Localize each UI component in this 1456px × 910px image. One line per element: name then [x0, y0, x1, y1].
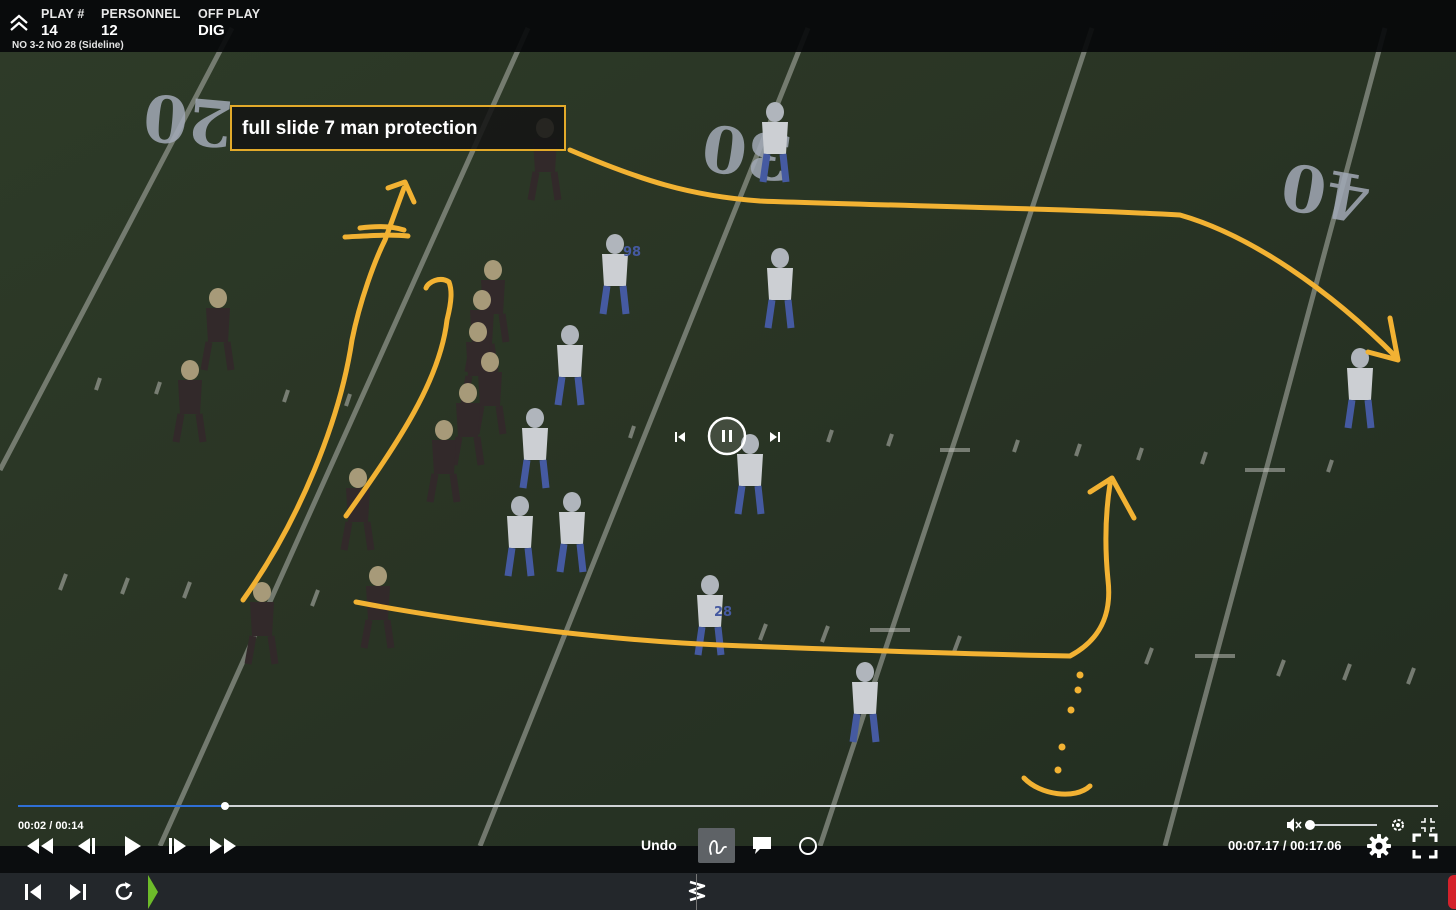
- off-play-value: DIG: [198, 22, 225, 39]
- play-number-value: 14: [41, 22, 58, 39]
- volume-slider[interactable]: [1305, 820, 1377, 830]
- mute-icon: [1287, 818, 1302, 832]
- center-pause-button[interactable]: [707, 416, 747, 456]
- collapse-header-button[interactable]: [8, 12, 30, 34]
- next-clip-button[interactable]: [67, 881, 89, 903]
- frame-back-button[interactable]: [673, 430, 687, 444]
- annotation-note[interactable]: full slide 7 man protection: [230, 105, 566, 151]
- pause-icon: [707, 416, 747, 456]
- chevron-up-double-icon: [10, 14, 28, 31]
- circle-tool-button[interactable]: [796, 834, 820, 858]
- zigzag-marker-icon: [688, 880, 706, 902]
- skip-next-icon: [70, 884, 86, 900]
- personnel-label: PERSONNEL: [101, 7, 181, 21]
- skip-back-small-icon: [675, 432, 685, 442]
- replay-icon: [115, 882, 133, 900]
- skip-forward-small-icon: [770, 432, 780, 442]
- gear-icon: [1367, 834, 1391, 858]
- duration: 00:14: [55, 820, 84, 832]
- comment-icon: [753, 837, 771, 854]
- fullscreen-icon: [1412, 833, 1438, 859]
- personnel-value: 12: [101, 22, 118, 39]
- circle-icon: [799, 837, 817, 855]
- mute-button[interactable]: [1286, 817, 1302, 833]
- off-play-field: OFF PLAY DIG: [198, 7, 260, 39]
- undo-button[interactable]: Undo: [641, 837, 677, 853]
- step-back-icon: [78, 838, 95, 854]
- exit-fullscreen-small-icon: [1421, 818, 1435, 832]
- fast-forward-button[interactable]: [208, 836, 238, 856]
- play-number-label: PLAY #: [41, 7, 85, 21]
- timeline-marker[interactable]: [684, 877, 710, 905]
- small-settings-button[interactable]: [1390, 817, 1406, 833]
- fullscreen-button[interactable]: [1412, 833, 1438, 859]
- step-forward-button[interactable]: [166, 836, 190, 856]
- play-number-field: PLAY # 14: [41, 7, 85, 39]
- current-time: 00:02: [18, 820, 47, 832]
- volume-handle[interactable]: [1305, 820, 1315, 830]
- progress-fill: [18, 805, 226, 807]
- game-situation: NO 3-2 NO 28 (Sideline): [12, 40, 124, 51]
- draw-tool-button[interactable]: [698, 828, 735, 863]
- time-separator: /: [46, 820, 56, 832]
- play-info-header: PLAY # 14 PERSONNEL 12 OFF PLAY DIG NO 3…: [0, 0, 1456, 52]
- play-icon: [125, 836, 141, 856]
- step-forward-icon: [169, 838, 186, 854]
- clip-time: 00:07.17 / 00:17.06: [1228, 838, 1342, 853]
- rewind-icon: [27, 838, 53, 854]
- video-player[interactable]: 20 30 40 98 28 full slide 7 man protecti…: [0, 0, 1456, 846]
- draw-icon: [708, 839, 727, 855]
- progress-bar[interactable]: [18, 802, 1438, 810]
- step-back-button[interactable]: [74, 836, 98, 856]
- play-button[interactable]: [120, 834, 144, 858]
- settings-button[interactable]: [1366, 833, 1392, 859]
- gear-small-icon: [1392, 819, 1404, 831]
- rewind-button[interactable]: [25, 836, 55, 856]
- clip-navigation-bar: [0, 873, 1456, 910]
- previous-clip-button[interactable]: [22, 881, 44, 903]
- timeline-playhead: [696, 874, 697, 910]
- frame-forward-button[interactable]: [768, 430, 782, 444]
- exit-fullscreen-small-button[interactable]: [1420, 817, 1436, 833]
- skip-previous-icon: [25, 884, 41, 900]
- clip-end-marker[interactable]: [1448, 875, 1456, 909]
- off-play-label: OFF PLAY: [198, 7, 261, 21]
- replay-button[interactable]: [112, 880, 136, 904]
- comment-tool-button[interactable]: [751, 834, 773, 856]
- personnel-field: PERSONNEL 12: [101, 7, 181, 39]
- video-time: 00:02 / 00:14: [18, 820, 83, 832]
- clip-start-marker[interactable]: [148, 875, 158, 909]
- fast-forward-icon: [210, 838, 236, 854]
